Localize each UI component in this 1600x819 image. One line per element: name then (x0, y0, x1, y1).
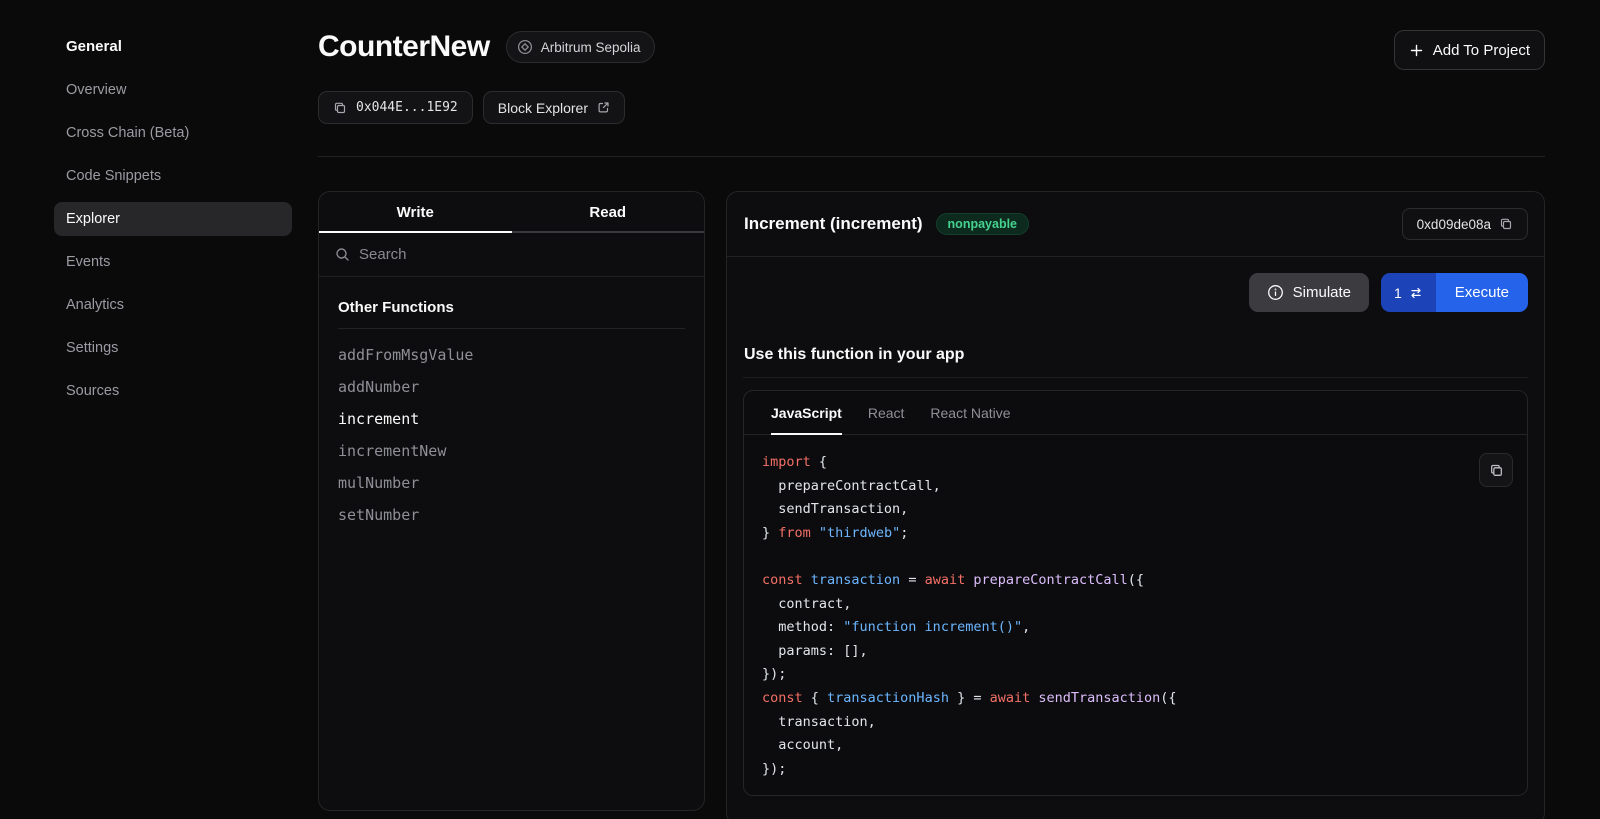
function-selector-value: 0xd09de08a (1417, 217, 1491, 232)
function-detail-panel: Increment (increment) nonpayable 0xd09de… (726, 191, 1545, 819)
code-line: }); (762, 663, 1509, 687)
code-line: params: [], (762, 640, 1509, 664)
function-section-title: Other Functions (338, 299, 685, 329)
simulate-button[interactable]: Simulate (1249, 273, 1369, 312)
sidebar-item-settings[interactable]: Settings (54, 331, 292, 365)
chain-icon (517, 39, 533, 55)
function-list-item-mulNumber[interactable]: mulNumber (338, 467, 685, 499)
code-line: sendTransaction, (762, 498, 1509, 522)
functions-panel: WriteRead Other Functions addFromMsgValu… (318, 191, 705, 811)
sidebar-item-code-snippets[interactable]: Code Snippets (54, 159, 292, 193)
code-line: prepareContractCall, (762, 475, 1509, 499)
simulate-label: Simulate (1293, 284, 1351, 301)
queue-count: 1 (1394, 285, 1402, 301)
block-explorer-label: Block Explorer (498, 100, 588, 116)
page-header: CounterNew Arbitrum Sepolia Add To Proje… (318, 30, 1545, 70)
search-icon (335, 247, 350, 262)
function-detail-title: Increment (increment) (744, 214, 923, 234)
usage-heading: Use this function in your app (727, 312, 1544, 377)
execute-button[interactable]: Execute (1436, 273, 1528, 312)
execute-button-group: 1 Execute (1381, 273, 1528, 312)
function-list: addFromMsgValueaddNumberincrementincreme… (338, 339, 685, 531)
page-title: CounterNew (318, 30, 490, 64)
code-line: contract, (762, 593, 1509, 617)
sidebar-item-analytics[interactable]: Analytics (54, 288, 292, 322)
tab-read[interactable]: Read (512, 192, 705, 233)
info-icon (1267, 284, 1284, 301)
sidebar-heading: General (66, 30, 292, 63)
code-line: }); (762, 758, 1509, 782)
code-line: method: "function increment()", (762, 616, 1509, 640)
add-to-project-label: Add To Project (1433, 42, 1530, 59)
sidebar-item-sources[interactable]: Sources (54, 374, 292, 408)
code-tab-react-native[interactable]: React Native (930, 391, 1010, 435)
code-language-tabs: JavaScript React React Native (744, 391, 1527, 435)
contract-address-short: 0x044E...1E92 (356, 100, 458, 115)
address-row: 0x044E...1E92 Block Explorer (318, 91, 1545, 124)
sidebar-item-cross-chain-beta[interactable]: Cross Chain (Beta) (54, 116, 292, 150)
code-line: const { transactionHash } = await sendTr… (762, 687, 1509, 711)
search-input[interactable] (359, 246, 688, 263)
code-line: account, (762, 734, 1509, 758)
header-divider (318, 156, 1545, 157)
network-badge[interactable]: Arbitrum Sepolia (506, 31, 656, 63)
sidebar-item-explorer[interactable]: Explorer (54, 202, 292, 236)
code-card: JavaScript React React Native import { pre… (743, 390, 1528, 796)
code-line: transaction, (762, 711, 1509, 735)
contract-address-button[interactable]: 0x044E...1E92 (318, 91, 473, 124)
sidebar-item-overview[interactable]: Overview (54, 73, 292, 107)
tab-write[interactable]: Write (319, 192, 512, 233)
block-explorer-button[interactable]: Block Explorer (483, 91, 625, 124)
plus-icon (1409, 43, 1424, 58)
external-link-icon (597, 101, 610, 114)
usage-divider (743, 377, 1528, 378)
code-snippet: import { prepareContractCall, sendTransa… (744, 435, 1527, 795)
code-line (762, 545, 1509, 569)
sidebar-item-events[interactable]: Events (54, 245, 292, 279)
function-list-item-addNumber[interactable]: addNumber (338, 371, 685, 403)
copy-icon (333, 101, 347, 115)
network-badge-label: Arbitrum Sepolia (541, 40, 641, 55)
function-list-item-addFromMsgValue[interactable]: addFromMsgValue (338, 339, 685, 371)
function-list-item-incrementNew[interactable]: incrementNew (338, 435, 685, 467)
add-to-project-button[interactable]: Add To Project (1394, 30, 1545, 70)
sidebar-nav: OverviewCross Chain (Beta)Code SnippetsE… (66, 73, 292, 408)
sidebar: General OverviewCross Chain (Beta)Code S… (0, 0, 316, 819)
copy-code-button[interactable] (1479, 453, 1513, 487)
code-tab-react[interactable]: React (868, 391, 905, 435)
code-line: } from "thirdweb"; (762, 522, 1509, 546)
copy-icon (1499, 217, 1513, 231)
copy-icon (1489, 463, 1504, 478)
mutability-badge: nonpayable (936, 213, 1029, 235)
search-bar[interactable] (319, 233, 704, 277)
main-content: CounterNew Arbitrum Sepolia Add To Proje… (316, 0, 1600, 819)
code-line: const transaction = await prepareContrac… (762, 569, 1509, 593)
code-line: import { (762, 451, 1509, 475)
transaction-queue-button[interactable]: 1 (1381, 273, 1436, 312)
function-list-item-setNumber[interactable]: setNumber (338, 499, 685, 531)
function-list-item-increment[interactable]: increment (338, 403, 685, 435)
write-read-tabs: WriteRead (319, 192, 704, 233)
code-tab-javascript[interactable]: JavaScript (771, 391, 842, 435)
function-selector-button[interactable]: 0xd09de08a (1402, 208, 1528, 240)
swap-arrows-icon (1409, 286, 1423, 300)
